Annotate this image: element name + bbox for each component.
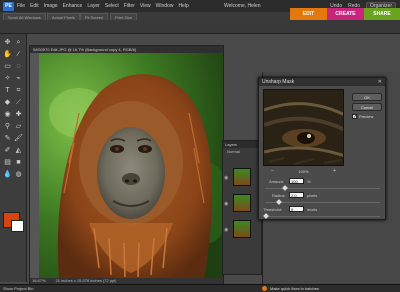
menu-filter[interactable]: Filter xyxy=(124,3,135,9)
menu-view[interactable]: View xyxy=(140,3,151,9)
radius-slider[interactable] xyxy=(265,202,380,203)
magic-wand-tool-icon[interactable]: ✧ xyxy=(3,74,12,83)
radius-unit: pixels xyxy=(307,193,318,198)
threshold-slider-thumb[interactable] xyxy=(263,213,269,219)
smart-brush-tool-icon[interactable]: ✐ xyxy=(3,146,12,155)
eraser-tool-icon[interactable]: ▱ xyxy=(14,122,23,131)
ok-button[interactable]: OK xyxy=(352,93,382,101)
visibility-eye-icon[interactable]: ◉ xyxy=(224,201,230,207)
menu-edit[interactable]: Edit xyxy=(30,3,39,9)
image-canvas[interactable] xyxy=(39,53,223,279)
main-menu: File Edit Image Enhance Layer Select Fil… xyxy=(17,3,189,9)
amount-label: Amount: xyxy=(269,179,284,184)
tab-edit[interactable]: EDIT xyxy=(290,8,327,20)
move-tool-icon[interactable]: ✥ xyxy=(3,38,12,47)
menu-layer[interactable]: Layer xyxy=(87,3,100,9)
red-eye-tool-icon[interactable]: ◉ xyxy=(3,110,12,119)
background-color-swatch[interactable] xyxy=(11,220,24,232)
layer-thumbnail[interactable] xyxy=(233,220,251,238)
brush-tool-icon[interactable]: 🖌 xyxy=(14,134,23,143)
zoom-tool-icon[interactable]: ⌕ xyxy=(14,38,23,47)
threshold-unit: levels xyxy=(307,207,318,212)
spot-healing-tool-icon[interactable]: ✚ xyxy=(14,110,23,119)
crop-tool-icon[interactable]: ⌗ xyxy=(14,86,23,95)
layers-panel: Layers Normal ◉ ◉ ◉ xyxy=(222,140,262,275)
menu-window[interactable]: Window xyxy=(156,3,174,9)
tab-create[interactable]: CREATE xyxy=(327,8,364,20)
layer-thumbnail[interactable] xyxy=(233,168,251,186)
visibility-eye-icon[interactable]: ◉ xyxy=(224,227,230,233)
amount-unit: % xyxy=(307,179,311,184)
menu-image[interactable]: Image xyxy=(44,3,58,9)
dialog-title-bar[interactable]: Unsharp Mask ✕ xyxy=(259,78,385,86)
preview-checkbox[interactable]: ✓ xyxy=(352,114,357,120)
amount-input[interactable] xyxy=(289,178,304,184)
dialog-title: Unsharp Mask xyxy=(262,79,295,85)
straighten-tool-icon[interactable]: ⟋ xyxy=(14,98,23,107)
unsharp-mask-dialog: Unsharp Mask ✕ − 100% + OK Cancel ✓ Prev… xyxy=(258,77,386,220)
pencil-tool-icon[interactable]: ✎ xyxy=(3,134,12,143)
mode-strip xyxy=(0,20,400,34)
toolbox: ✥ ⌕ ✋ ⁄ ▭ ◌ ✧ ⌁ T ⌗ ◆ ⟋ ◉ ✚ ⚲ ▱ ✎ 🖌 ✐ ◭ … xyxy=(0,34,27,282)
clone-stamp-tool-icon[interactable]: ⚲ xyxy=(3,122,12,131)
marquee-tool-icon[interactable]: ▭ xyxy=(3,62,12,71)
visibility-eye-icon[interactable]: ◉ xyxy=(224,175,230,181)
paint-bucket-tool-icon[interactable]: ◭ xyxy=(14,146,23,155)
eyedropper-tool-icon[interactable]: ⁄ xyxy=(14,50,23,59)
amount-slider-thumb[interactable] xyxy=(282,185,288,191)
preview-image xyxy=(264,90,343,165)
threshold-slider[interactable] xyxy=(265,216,380,217)
hand-tool-icon[interactable]: ✋ xyxy=(3,50,12,59)
layers-panel-title[interactable]: Layers xyxy=(223,141,261,148)
radius-label: Radius: xyxy=(272,193,286,198)
cancel-button[interactable]: Cancel xyxy=(352,103,382,111)
layer-thumbnail[interactable] xyxy=(233,194,251,212)
show-project-bin-button[interactable]: Show Project Bin xyxy=(3,286,33,291)
threshold-label: Threshold: xyxy=(263,207,282,212)
preview-label: Preview xyxy=(359,114,374,119)
document-title[interactable]: IMG0970 Edit.JPG @ 16.7% (Background cop… xyxy=(30,46,223,53)
lasso-tool-icon[interactable]: ◌ xyxy=(14,62,23,71)
zoom-in-button[interactable]: + xyxy=(333,168,336,174)
sponge-tool-icon[interactable]: ◍ xyxy=(14,170,23,179)
blend-mode-select[interactable]: Normal xyxy=(223,148,261,156)
zoom-out-button[interactable]: − xyxy=(271,168,274,174)
tip-text[interactable]: Make quick fixes in batches xyxy=(270,286,319,291)
selection-brush-tool-icon[interactable]: ⌁ xyxy=(14,74,23,83)
menu-help[interactable]: Help xyxy=(178,3,188,9)
radius-input[interactable] xyxy=(289,192,304,198)
app-logo-icon: PE xyxy=(3,1,14,11)
menu-select[interactable]: Select xyxy=(105,3,119,9)
cookie-cutter-tool-icon[interactable]: ◆ xyxy=(3,98,12,107)
gradient-tool-icon[interactable]: ▤ xyxy=(3,158,12,167)
close-icon[interactable]: ✕ xyxy=(378,78,382,86)
orangutan-photo xyxy=(39,53,223,279)
tab-share[interactable]: SHARE xyxy=(364,8,400,20)
radius-slider-thumb[interactable] xyxy=(276,199,282,205)
threshold-input[interactable] xyxy=(289,206,304,212)
filter-preview[interactable] xyxy=(263,89,344,166)
menu-enhance[interactable]: Enhance xyxy=(63,3,83,9)
document-window: IMG0970 Edit.JPG @ 16.7% (Background cop… xyxy=(29,45,224,285)
bottom-bar: Show Project Bin Make quick fixes in bat… xyxy=(0,284,400,292)
welcome-text: Welcome, Helen xyxy=(224,3,261,9)
tip-area: Make quick fixes in batches xyxy=(262,286,319,291)
preview-zoom-controls: − 100% + xyxy=(263,168,344,174)
tip-icon xyxy=(262,286,267,291)
type-tool-icon[interactable]: T xyxy=(3,86,12,95)
menu-file[interactable]: File xyxy=(17,3,25,9)
preview-checkbox-row[interactable]: ✓ Preview xyxy=(352,114,374,120)
shape-tool-icon[interactable]: ■ xyxy=(14,158,23,167)
preview-zoom-level: 100% xyxy=(298,168,309,174)
blur-tool-icon[interactable]: 💧 xyxy=(3,170,12,179)
